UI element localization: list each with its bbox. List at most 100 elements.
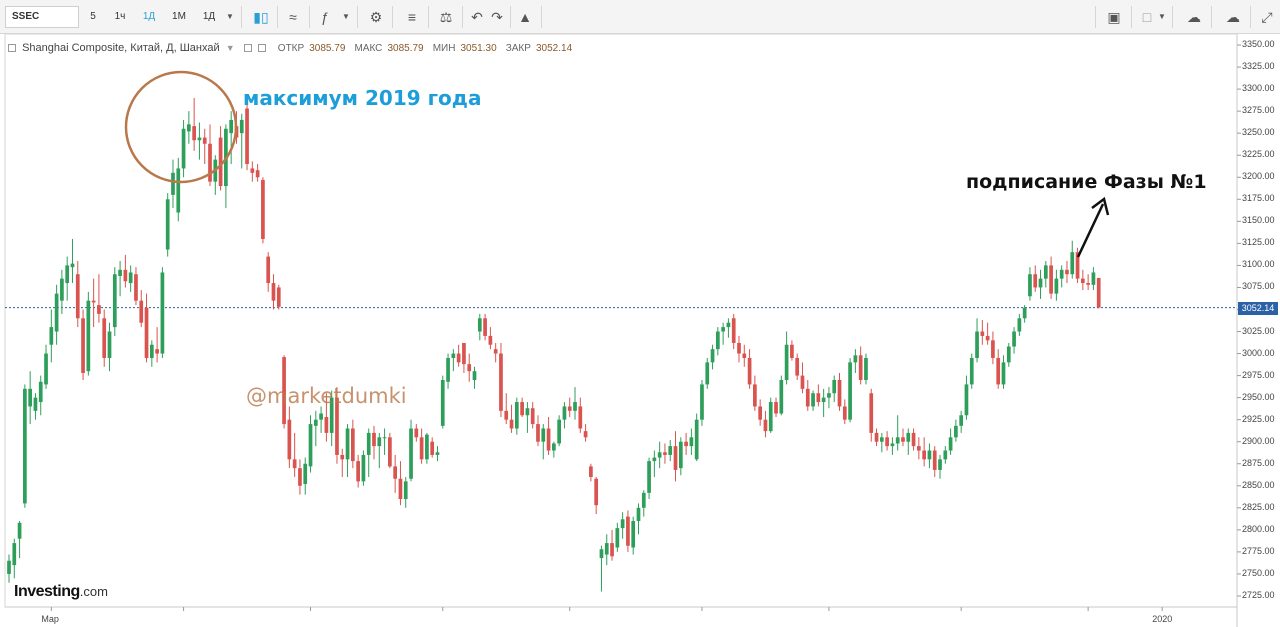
- open-label: ОТКР: [277, 42, 305, 54]
- candle-up: [345, 428, 350, 460]
- candle-up: [160, 272, 165, 354]
- candle-up: [615, 528, 620, 548]
- line-chart-icon[interactable]: ≈: [282, 7, 304, 27]
- y-tick-label: 3075.00: [1242, 281, 1275, 292]
- brand-suffix: .com: [79, 584, 108, 599]
- chevron-down-icon[interactable]: ▼: [226, 43, 235, 53]
- close-value: 3052.14: [536, 42, 573, 54]
- candle-up: [17, 522, 22, 539]
- eye-icon[interactable]: [243, 44, 252, 53]
- chevron-down-icon[interactable]: ▼: [340, 7, 352, 27]
- collapse-icon[interactable]: [8, 44, 16, 53]
- candle-up: [1070, 252, 1075, 275]
- cloud-load-icon[interactable]: ☁: [1220, 7, 1246, 27]
- candle-up: [361, 454, 366, 482]
- candle-down: [398, 478, 403, 500]
- x-tick-label: 2020: [1152, 614, 1173, 624]
- candle-up: [652, 457, 657, 462]
- camera-icon[interactable]: ▣: [1103, 7, 1125, 27]
- symbol-input[interactable]: SSEC: [5, 6, 79, 28]
- candle-up: [890, 443, 895, 447]
- candle-up: [472, 371, 477, 381]
- candle-down: [250, 168, 255, 173]
- balance-icon[interactable]: ⚖: [435, 7, 457, 27]
- candles-icon[interactable]: ▮▯: [250, 7, 272, 27]
- candle-up: [689, 437, 694, 447]
- candle-down: [504, 410, 509, 420]
- candle-up: [425, 434, 429, 460]
- interval-5-button[interactable]: 5: [82, 6, 104, 28]
- compare-icon[interactable]: ≡: [401, 7, 423, 27]
- y-tick-label: 2950.00: [1242, 391, 1275, 402]
- candle-up: [176, 168, 181, 213]
- interval-1d-button[interactable]: 1Д: [136, 6, 162, 28]
- gear-icon[interactable]: [257, 44, 266, 53]
- candle-down: [1033, 274, 1038, 288]
- candle-up: [229, 119, 234, 134]
- candle-down: [499, 353, 503, 411]
- candle-up: [303, 463, 308, 485]
- candle-down: [1065, 269, 1069, 275]
- chart-legend: Shanghai Composite, Китай, Д, Шанхай ▼ О…: [8, 42, 572, 56]
- cloud-save-icon[interactable]: ☁: [1181, 7, 1207, 27]
- candle-down: [192, 126, 196, 141]
- candle-up: [33, 397, 38, 411]
- color-box-icon[interactable]: □: [1136, 7, 1158, 27]
- candle-down: [885, 437, 889, 447]
- y-tick-label: 3350.00: [1242, 39, 1275, 50]
- candle-up: [319, 413, 323, 420]
- candle-down: [536, 424, 540, 442]
- chevron-down-icon[interactable]: ▼: [224, 7, 236, 27]
- candle-up: [620, 519, 625, 529]
- candle-down: [842, 406, 847, 420]
- candle-up: [954, 425, 958, 438]
- y-tick-label: 2725.00: [1242, 589, 1275, 600]
- redo-icon[interactable]: ↷: [486, 7, 508, 27]
- candle-down: [790, 344, 794, 358]
- high-value: 3085.79: [387, 42, 424, 54]
- candle-up: [694, 419, 699, 460]
- candle-up: [49, 327, 54, 345]
- candle-down: [324, 417, 329, 433]
- indicators-icon[interactable]: ƒ: [314, 7, 336, 27]
- candle-down: [208, 143, 212, 182]
- candle-up: [313, 419, 318, 426]
- candle-up: [28, 388, 33, 407]
- chevron-down-icon[interactable]: ▼: [1156, 7, 1168, 27]
- interval-custom-button[interactable]: 1Д: [196, 6, 222, 28]
- candle-up: [181, 128, 186, 169]
- candle-down: [805, 388, 810, 407]
- candle-up: [308, 424, 313, 467]
- candle-up: [715, 331, 720, 350]
- interval-1h-button[interactable]: 1ч: [107, 6, 133, 28]
- candle-up: [409, 428, 413, 479]
- candle-up: [779, 380, 784, 414]
- candle-up: [726, 322, 731, 328]
- fullscreen-icon[interactable]: ⤢: [1256, 7, 1278, 27]
- undo-icon[interactable]: ↶: [466, 7, 488, 27]
- candle-up: [1091, 272, 1096, 285]
- candle-up: [647, 461, 651, 493]
- y-tick-label: 2750.00: [1242, 567, 1275, 578]
- candle-up: [599, 549, 604, 559]
- chart-area[interactable]: Shanghai Composite, Китай, Д, Шанхай ▼ О…: [0, 34, 1280, 627]
- candle-up: [171, 172, 175, 195]
- candle-up: [54, 293, 59, 332]
- candle-up: [768, 402, 773, 432]
- candle-up: [165, 199, 170, 250]
- candle-up: [657, 452, 662, 458]
- alert-icon[interactable]: ▲: [514, 7, 536, 27]
- candle-down: [123, 269, 128, 282]
- candle-up: [848, 362, 852, 420]
- candle-down: [456, 353, 461, 363]
- interval-1m-button[interactable]: 1М: [165, 6, 193, 28]
- candle-up: [895, 437, 900, 444]
- candle-up: [1054, 278, 1059, 294]
- candle-down: [589, 466, 593, 477]
- candle-up: [631, 521, 636, 548]
- candle-down: [271, 283, 276, 301]
- candle-down: [91, 300, 96, 303]
- candlestick-chart: [4, 34, 1241, 627]
- candle-up: [1028, 274, 1032, 297]
- settings-icon[interactable]: ⚙: [365, 7, 387, 27]
